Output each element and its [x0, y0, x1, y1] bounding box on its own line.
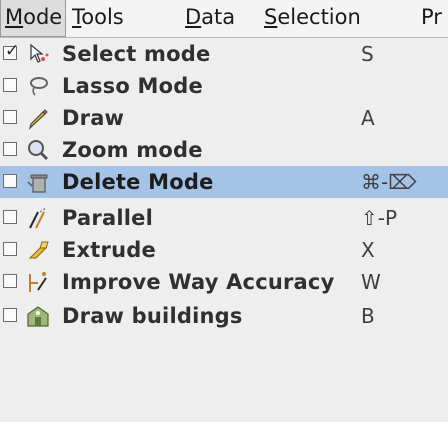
- checkbox[interactable]: ✓: [3, 41, 19, 61]
- menu-selection-mnemonic: S: [264, 5, 278, 29]
- menu-data[interactable]: Data: [185, 0, 235, 37]
- parallel-icon: [29, 207, 47, 229]
- checkbox[interactable]: [3, 274, 17, 288]
- menu-selection[interactable]: Selection: [264, 0, 361, 37]
- menu-item-improve-way-accuracy[interactable]: Improve Way Accuracy W: [0, 266, 448, 298]
- menu-item-shortcut: S: [361, 42, 374, 66]
- menu-mode-label: ode: [23, 5, 63, 29]
- menu-item-draw-buildings[interactable]: Draw buildings B: [0, 300, 448, 332]
- menu-item-delete-mode[interactable]: Delete Mode ⌘-⌦: [0, 166, 448, 198]
- mode-dropdown-menu: ✓ Select mode S Lasso Mode Draw A Zoom m…: [0, 38, 448, 422]
- extrude-icon: [28, 241, 49, 259]
- checkbox[interactable]: [3, 110, 17, 124]
- menu-item-label: Draw buildings: [62, 304, 243, 328]
- menu-mode-mnemonic: M: [5, 5, 24, 29]
- select-mode-icon: [30, 43, 49, 63]
- menu-item-shortcut: ⌘-⌦: [361, 170, 417, 194]
- menu-tools-mnemonic: T: [72, 5, 82, 29]
- menu-item-label: Zoom mode: [62, 138, 203, 162]
- menu-item-draw[interactable]: Draw A: [0, 102, 448, 134]
- menu-item-label: Select mode: [62, 42, 211, 66]
- menu-data-label: ata: [201, 5, 236, 29]
- checkbox[interactable]: [3, 142, 17, 156]
- improve-accuracy-icon: [29, 272, 47, 292]
- building-icon: [27, 306, 49, 327]
- checkbox[interactable]: [3, 174, 17, 188]
- menu-item-label: Lasso Mode: [62, 74, 203, 98]
- menu-presets[interactable]: Pr: [421, 0, 442, 37]
- checkbox[interactable]: [3, 210, 17, 224]
- checkbox[interactable]: [3, 242, 17, 256]
- delete-mode-icon: [27, 174, 48, 193]
- menu-item-extrude[interactable]: Extrude X: [0, 234, 448, 266]
- menu-item-label: Extrude: [62, 238, 156, 262]
- check-icon: ✓: [5, 41, 20, 61]
- menu-tools-label: ools: [81, 5, 124, 29]
- menu-item-label: Improve Way Accuracy: [62, 270, 335, 294]
- menu-item-label: Draw: [62, 106, 125, 130]
- menu-item-shortcut: A: [361, 106, 375, 130]
- menu-item-shortcut: W: [361, 270, 381, 294]
- menu-presets-label: Pr: [421, 5, 442, 29]
- menu-item-shortcut: B: [361, 304, 375, 328]
- menu-item-parallel[interactable]: Parallel ⇧-P: [0, 202, 448, 234]
- draw-pencil-icon: [28, 109, 48, 130]
- menu-item-lasso-mode[interactable]: Lasso Mode: [0, 70, 448, 102]
- menu-mode[interactable]: Mode: [0, 0, 66, 37]
- menu-item-zoom-mode[interactable]: Zoom mode: [0, 134, 448, 166]
- menu-item-shortcut: ⇧-P: [361, 206, 398, 230]
- menu-data-mnemonic: D: [185, 5, 202, 29]
- zoom-magnifier-icon: [28, 140, 49, 161]
- menu-item-label: Parallel: [62, 206, 153, 230]
- checkbox[interactable]: [3, 308, 17, 322]
- lasso-icon: [30, 77, 48, 96]
- menu-item-label: Delete Mode: [62, 170, 214, 194]
- menu-item-select-mode[interactable]: ✓ Select mode S: [0, 38, 448, 70]
- checkbox[interactable]: [3, 78, 17, 92]
- menu-bar: Mode Tools Data Selection Pr: [0, 0, 448, 38]
- menu-selection-label: election: [277, 5, 361, 29]
- menu-item-shortcut: X: [361, 238, 375, 262]
- menu-tools[interactable]: Tools: [72, 0, 124, 37]
